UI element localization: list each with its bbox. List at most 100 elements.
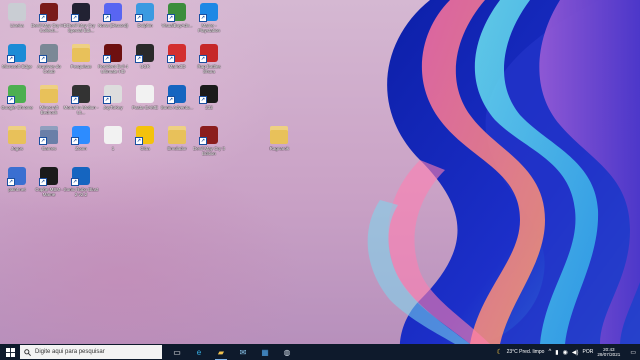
pinned-apps: ▭ e ▰ ✉ ▦ ◍ [166, 344, 298, 360]
game-icon: ↗ [39, 3, 58, 22]
desktop-icon-label: Sonic Adventu... [160, 105, 194, 110]
desktop-icon-dolphin[interactable]: ↗ Dolphin [128, 3, 162, 28]
desktop-icon-ragnar[interactable]: Ragnarok [262, 126, 296, 151]
chrome-icon: ↗ [7, 85, 26, 104]
start-button[interactable] [0, 344, 20, 360]
desktop-icon-zx[interactable]: ↗ 232 [192, 85, 226, 110]
dx-icon: ↗ [167, 85, 186, 104]
shortcut-arrow-icon: ↗ [167, 14, 175, 22]
file-icon [136, 85, 154, 103]
taskbar-mail[interactable]: ✉ [232, 344, 254, 360]
desktop-icon-mame[interactable]: ↗ Mame - Playstation [192, 3, 226, 33]
desktop-icon-obs[interactable]: ↗ Mortal In Motion - Ut... [63, 85, 99, 115]
shortcut-arrow-icon: ↗ [167, 96, 175, 104]
desktop-icon-vbam[interactable]: ↗ VisualBoyAdv... [160, 3, 194, 28]
taskbar-file-explorer[interactable]: ▰ [210, 344, 232, 360]
game-icon: ↗ [71, 3, 90, 22]
network-icon[interactable]: ◉ [563, 349, 568, 356]
edge-icon: e [196, 347, 202, 357]
desktop-icon-joy[interactable]: ↗ JoyToKey [96, 85, 130, 110]
desktop-icon-file1[interactable]: 1 [96, 126, 130, 151]
desktop-icon-rpgs[interactable]: ↗ Rap Battles Shura [192, 44, 226, 74]
desktop-icon-chrome[interactable]: ↗ Google Chrome [0, 85, 34, 110]
taskbar-steam[interactable]: ◍ [276, 344, 298, 360]
shortcut-arrow-icon: ↗ [199, 14, 207, 22]
notifications-icon[interactable]: ▭ [630, 349, 636, 356]
desktop-icon-label: Lixeira [10, 23, 24, 28]
desktop-icon-folder2[interactable]: Minecraft Bedrock [32, 85, 66, 115]
desktop-icon-jogos[interactable]: Jogos [0, 126, 34, 151]
desktop-icon-recycle-bin[interactable]: Lixeira [0, 3, 34, 28]
file-icon [104, 126, 122, 144]
shortcut-arrow-icon: ↗ [71, 96, 79, 104]
windows-logo-icon [5, 347, 15, 357]
desktop-icon-label: Resident Evil 4 Ultimate HD [97, 64, 128, 74]
desktop-icon-label: JoyToKey [103, 105, 123, 110]
shortcut-arrow-icon: ↗ [39, 137, 47, 145]
desktop-icon-game1[interactable]: ↗ Devil May Cry HD Collecti... [31, 3, 67, 33]
desktop-icon-folder3[interactable]: Pasta GAME [128, 85, 162, 110]
desktop-icon-archive[interactable]: ↗ Arquivos do Colab [32, 44, 66, 74]
desktop-icon-paint[interactable]: ↗ paint.net [0, 167, 34, 192]
folder-icon [270, 126, 289, 144]
desktop-icon-mario[interactable]: ↗ Mario3D [160, 44, 194, 69]
shortcut-arrow-icon: ↗ [199, 55, 207, 63]
desktop-icon-folder1[interactable]: Pesquisas [64, 44, 98, 69]
taskbar-task-view[interactable]: ▭ [166, 344, 188, 360]
desktop-icon-resident[interactable]: ↗ Resident Evil 4 Ultimate HD [96, 44, 130, 74]
shortcut-arrow-icon: ↗ [7, 178, 15, 186]
shortcut-arrow-icon: ↗ [7, 55, 15, 63]
desktop-icon-label: Cuphe MEM - Mame [35, 187, 63, 197]
language-indicator[interactable]: POR [582, 349, 593, 355]
shortcut-arrow-icon: ↗ [71, 137, 79, 145]
desktop-icon-label: Nova (Discord) [97, 23, 128, 28]
system-tray: ☾ 23°C Pred. limpo ^ ▮ ◉ ◀) POR 20:43 29… [496, 344, 640, 360]
desktop-icon-folder4[interactable]: Emulador [160, 126, 194, 151]
chevron-up-icon[interactable]: ^ [548, 349, 551, 355]
shortcut-arrow-icon: ↗ [199, 96, 207, 104]
dolphin-icon: ↗ [135, 3, 154, 22]
desktop-icon-pacman[interactable]: ↗ Cuphe MEM - Mame [32, 167, 66, 197]
desktop-icon-sonic[interactable]: ↗ Sonic Adventu... [160, 85, 194, 110]
folder-icon [168, 126, 186, 144]
desktop-icon-games[interactable]: ↗ Games [32, 126, 66, 151]
desktop-icon-label: Devil May Cry HD Collecti... [31, 23, 67, 33]
taskbar: Digite aqui para pesquisar ▭ e ▰ ✉ ▦ ◍ ☾ 23°C… [0, 344, 640, 360]
desktop-icon-label: Pasta GAME [131, 105, 158, 110]
search-icon [24, 348, 31, 356]
clock[interactable]: 20:43 29/07/2021 [597, 347, 620, 357]
weather-text[interactable]: 23°C Pred. limpo [507, 349, 545, 355]
m-icon: ↗ [199, 3, 218, 22]
search-input[interactable]: Digite aqui para pesquisar [20, 345, 162, 359]
desktop-icon-ucr[interactable]: ↗ UCR [128, 44, 162, 69]
volume-icon[interactable]: ◀) [572, 349, 579, 356]
taskbar-edge[interactable]: e [188, 344, 210, 360]
shortcut-arrow-icon: ↗ [7, 96, 15, 104]
desktop-icon-edge[interactable]: ↗ Microsoft Edge [0, 44, 34, 69]
taskbar-store[interactable]: ▦ [254, 344, 276, 360]
desktop-icon-sonicr[interactable]: ↗ Sonic Robo Blast 2 v2.2 [64, 167, 98, 197]
trash-icon [8, 3, 26, 21]
battery-icon[interactable]: ▮ [555, 349, 558, 356]
desktop-icon-label: Mario3D [168, 64, 186, 69]
desktop-icon-label: Google Chrome [1, 105, 33, 110]
task-view-icon: ▭ [173, 347, 181, 357]
desktop-icon-zoom[interactable]: ↗ Zoom [64, 126, 98, 151]
desktop-icon-label: VisualBoyAdv... [161, 23, 193, 28]
shortcut-arrow-icon: ↗ [135, 55, 143, 63]
desktop-icon-citra[interactable]: ↗ Citra [128, 126, 162, 151]
mushroom-icon: ↗ [167, 44, 186, 63]
clock-date: 29/07/2021 [597, 352, 621, 357]
archive-icon: ↗ [39, 44, 58, 63]
weather-icon[interactable]: ☾ [496, 348, 502, 356]
desktop-icon-game2[interactable]: ↗ Devil May Cry Special Edi... [64, 3, 98, 33]
search-placeholder: Digite aqui para pesquisar [35, 349, 105, 355]
discord-icon: ↗ [103, 3, 122, 22]
desktop-icon-dmc3[interactable]: ↗ Devil May Cry 3 Edition [192, 126, 226, 156]
desktop-icon-label: Sonic Robo Blast 2 v2.2 [63, 187, 99, 197]
desktop-icon-discord[interactable]: ↗ Nova (Discord) [96, 3, 130, 28]
desktop-icon-label: Games [41, 146, 57, 151]
desktop-icon-label: Minecraft Bedrock [39, 105, 59, 115]
paint-icon: ↗ [7, 167, 26, 186]
emulator-icon: ↗ [167, 3, 186, 22]
